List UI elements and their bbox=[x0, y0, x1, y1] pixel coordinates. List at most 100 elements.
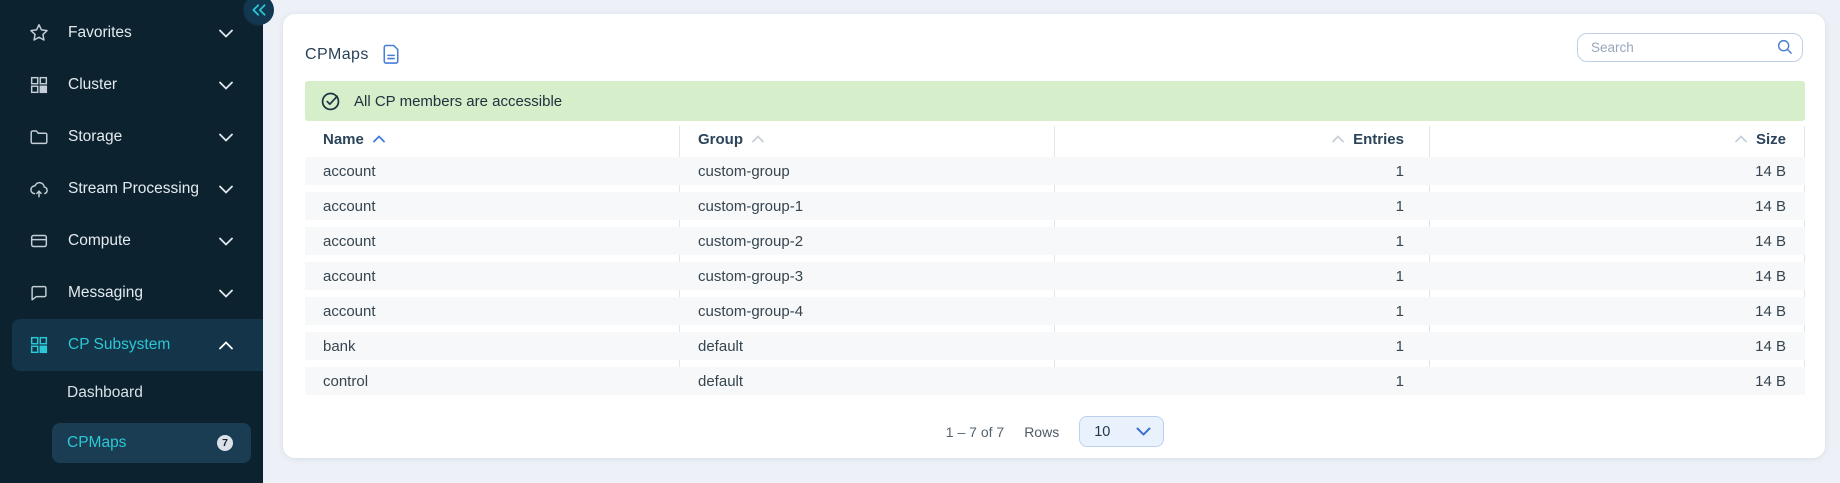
chevron-down-icon bbox=[1136, 427, 1151, 436]
sidebar-item-favorites[interactable]: Favorites bbox=[0, 7, 263, 59]
column-header-label: Name bbox=[323, 131, 364, 148]
double-chevron-left-icon bbox=[251, 3, 267, 17]
cpmaps-table: Name Group Entries bbox=[305, 121, 1805, 402]
sidebar-item-cp-subsystem[interactable]: CP Subsystem bbox=[12, 319, 263, 371]
cell-name: account bbox=[305, 268, 680, 285]
cell-size: 14 B bbox=[1430, 163, 1805, 180]
check-circle-icon bbox=[320, 90, 342, 112]
column-header-name[interactable]: Name bbox=[305, 131, 680, 148]
content-card: CPMaps All CP members are accessible Nam… bbox=[283, 14, 1825, 458]
cell-name: account bbox=[305, 233, 680, 250]
chevron-down-icon bbox=[219, 237, 233, 246]
sidebar-item-cluster[interactable]: Cluster bbox=[0, 59, 263, 111]
cell-group: custom-group bbox=[680, 163, 1055, 180]
cell-name: account bbox=[305, 303, 680, 320]
table-row[interactable]: bank default 1 14 B bbox=[305, 332, 1805, 360]
cell-entries: 1 bbox=[1055, 303, 1430, 320]
sidebar-item-label: CP Subsystem bbox=[68, 336, 170, 354]
status-banner: All CP members are accessible bbox=[305, 81, 1805, 121]
cell-entries: 1 bbox=[1055, 338, 1430, 355]
chat-bubble-icon bbox=[27, 281, 51, 305]
chevron-down-icon bbox=[219, 29, 233, 38]
table-header-row: Name Group Entries bbox=[305, 121, 1805, 157]
grid-icon bbox=[27, 73, 51, 97]
sidebar-item-label: Messaging bbox=[68, 284, 143, 302]
rows-per-page-label: Rows bbox=[1024, 424, 1059, 440]
sidebar-item-compute[interactable]: Compute bbox=[0, 215, 263, 267]
sidebar-item-label: Stream Processing bbox=[68, 180, 199, 198]
cell-group: custom-group-2 bbox=[680, 233, 1055, 250]
column-header-label: Group bbox=[698, 131, 743, 148]
column-header-label: Size bbox=[1756, 131, 1786, 148]
cloud-sync-icon bbox=[27, 177, 51, 201]
cell-group: custom-group-1 bbox=[680, 198, 1055, 215]
cell-size: 14 B bbox=[1430, 233, 1805, 250]
sidebar-subitem-label: CPMaps bbox=[67, 434, 126, 452]
table-body: account custom-group 1 14 B account cust… bbox=[305, 157, 1805, 395]
cell-name: account bbox=[305, 163, 680, 180]
cell-size: 14 B bbox=[1430, 303, 1805, 320]
grid-icon bbox=[27, 333, 51, 357]
sort-asc-icon bbox=[373, 135, 385, 143]
cell-entries: 1 bbox=[1055, 163, 1430, 180]
column-header-size[interactable]: Size bbox=[1430, 131, 1805, 148]
sidebar-item-label: Compute bbox=[68, 232, 131, 250]
column-header-entries[interactable]: Entries bbox=[1055, 131, 1430, 148]
cell-group: default bbox=[680, 373, 1055, 390]
chevron-down-icon bbox=[219, 133, 233, 142]
cell-name: account bbox=[305, 198, 680, 215]
column-header-group[interactable]: Group bbox=[680, 131, 1055, 148]
cell-size: 14 B bbox=[1430, 338, 1805, 355]
sidebar-item-storage[interactable]: Storage bbox=[0, 111, 263, 163]
table-row[interactable]: account custom-group-2 1 14 B bbox=[305, 227, 1805, 255]
chevron-up-icon bbox=[219, 341, 233, 350]
sidebar-item-stream-processing[interactable]: Stream Processing bbox=[0, 163, 263, 215]
compute-icon bbox=[27, 229, 51, 253]
cell-group: custom-group-3 bbox=[680, 268, 1055, 285]
sort-icon bbox=[1735, 135, 1747, 143]
count-badge: 7 bbox=[217, 435, 233, 451]
search-input[interactable] bbox=[1577, 33, 1803, 62]
cell-group: custom-group-4 bbox=[680, 303, 1055, 320]
pagination-range: 1 – 7 of 7 bbox=[946, 424, 1004, 440]
rows-per-page-select[interactable]: 10 bbox=[1079, 416, 1164, 447]
cell-entries: 1 bbox=[1055, 198, 1430, 215]
document-icon[interactable] bbox=[382, 44, 400, 65]
search bbox=[1577, 33, 1803, 62]
sidebar-item-label: Favorites bbox=[68, 24, 132, 42]
search-icon[interactable] bbox=[1776, 38, 1794, 56]
cell-entries: 1 bbox=[1055, 268, 1430, 285]
pagination: 1 – 7 of 7 Rows 10 bbox=[305, 416, 1805, 447]
table-row[interactable]: account custom-group-3 1 14 B bbox=[305, 262, 1805, 290]
sidebar-item-label: Cluster bbox=[68, 76, 117, 94]
table-row[interactable]: account custom-group-1 1 14 B bbox=[305, 192, 1805, 220]
cell-name: bank bbox=[305, 338, 680, 355]
status-banner-text: All CP members are accessible bbox=[354, 93, 562, 110]
cell-size: 14 B bbox=[1430, 373, 1805, 390]
sidebar-nav: Favorites Cluster Storage bbox=[0, 7, 263, 463]
sidebar-subitem-cpmaps[interactable]: CPMaps 7 bbox=[52, 423, 251, 463]
cell-size: 14 B bbox=[1430, 268, 1805, 285]
sidebar-subitem-dashboard[interactable]: Dashboard bbox=[0, 371, 263, 415]
chevron-down-icon bbox=[219, 81, 233, 90]
column-header-label: Entries bbox=[1353, 131, 1404, 148]
sidebar-item-messaging[interactable]: Messaging bbox=[0, 267, 263, 319]
sidebar-collapse-button[interactable] bbox=[244, 0, 274, 25]
sort-icon bbox=[752, 135, 764, 143]
cell-name: control bbox=[305, 373, 680, 390]
star-icon bbox=[27, 21, 51, 45]
rows-per-page-value: 10 bbox=[1094, 424, 1110, 440]
sort-icon bbox=[1332, 135, 1344, 143]
page-title-text: CPMaps bbox=[305, 46, 369, 64]
chevron-down-icon bbox=[219, 289, 233, 298]
cell-group: default bbox=[680, 338, 1055, 355]
table-row[interactable]: control default 1 14 B bbox=[305, 367, 1805, 395]
table-row[interactable]: account custom-group 1 14 B bbox=[305, 157, 1805, 185]
cell-size: 14 B bbox=[1430, 198, 1805, 215]
cell-entries: 1 bbox=[1055, 373, 1430, 390]
table-row[interactable]: account custom-group-4 1 14 B bbox=[305, 297, 1805, 325]
sidebar-subitem-label: Dashboard bbox=[67, 384, 143, 402]
page-title: CPMaps bbox=[305, 44, 400, 65]
chevron-down-icon bbox=[219, 185, 233, 194]
sidebar-item-label: Storage bbox=[68, 128, 122, 146]
